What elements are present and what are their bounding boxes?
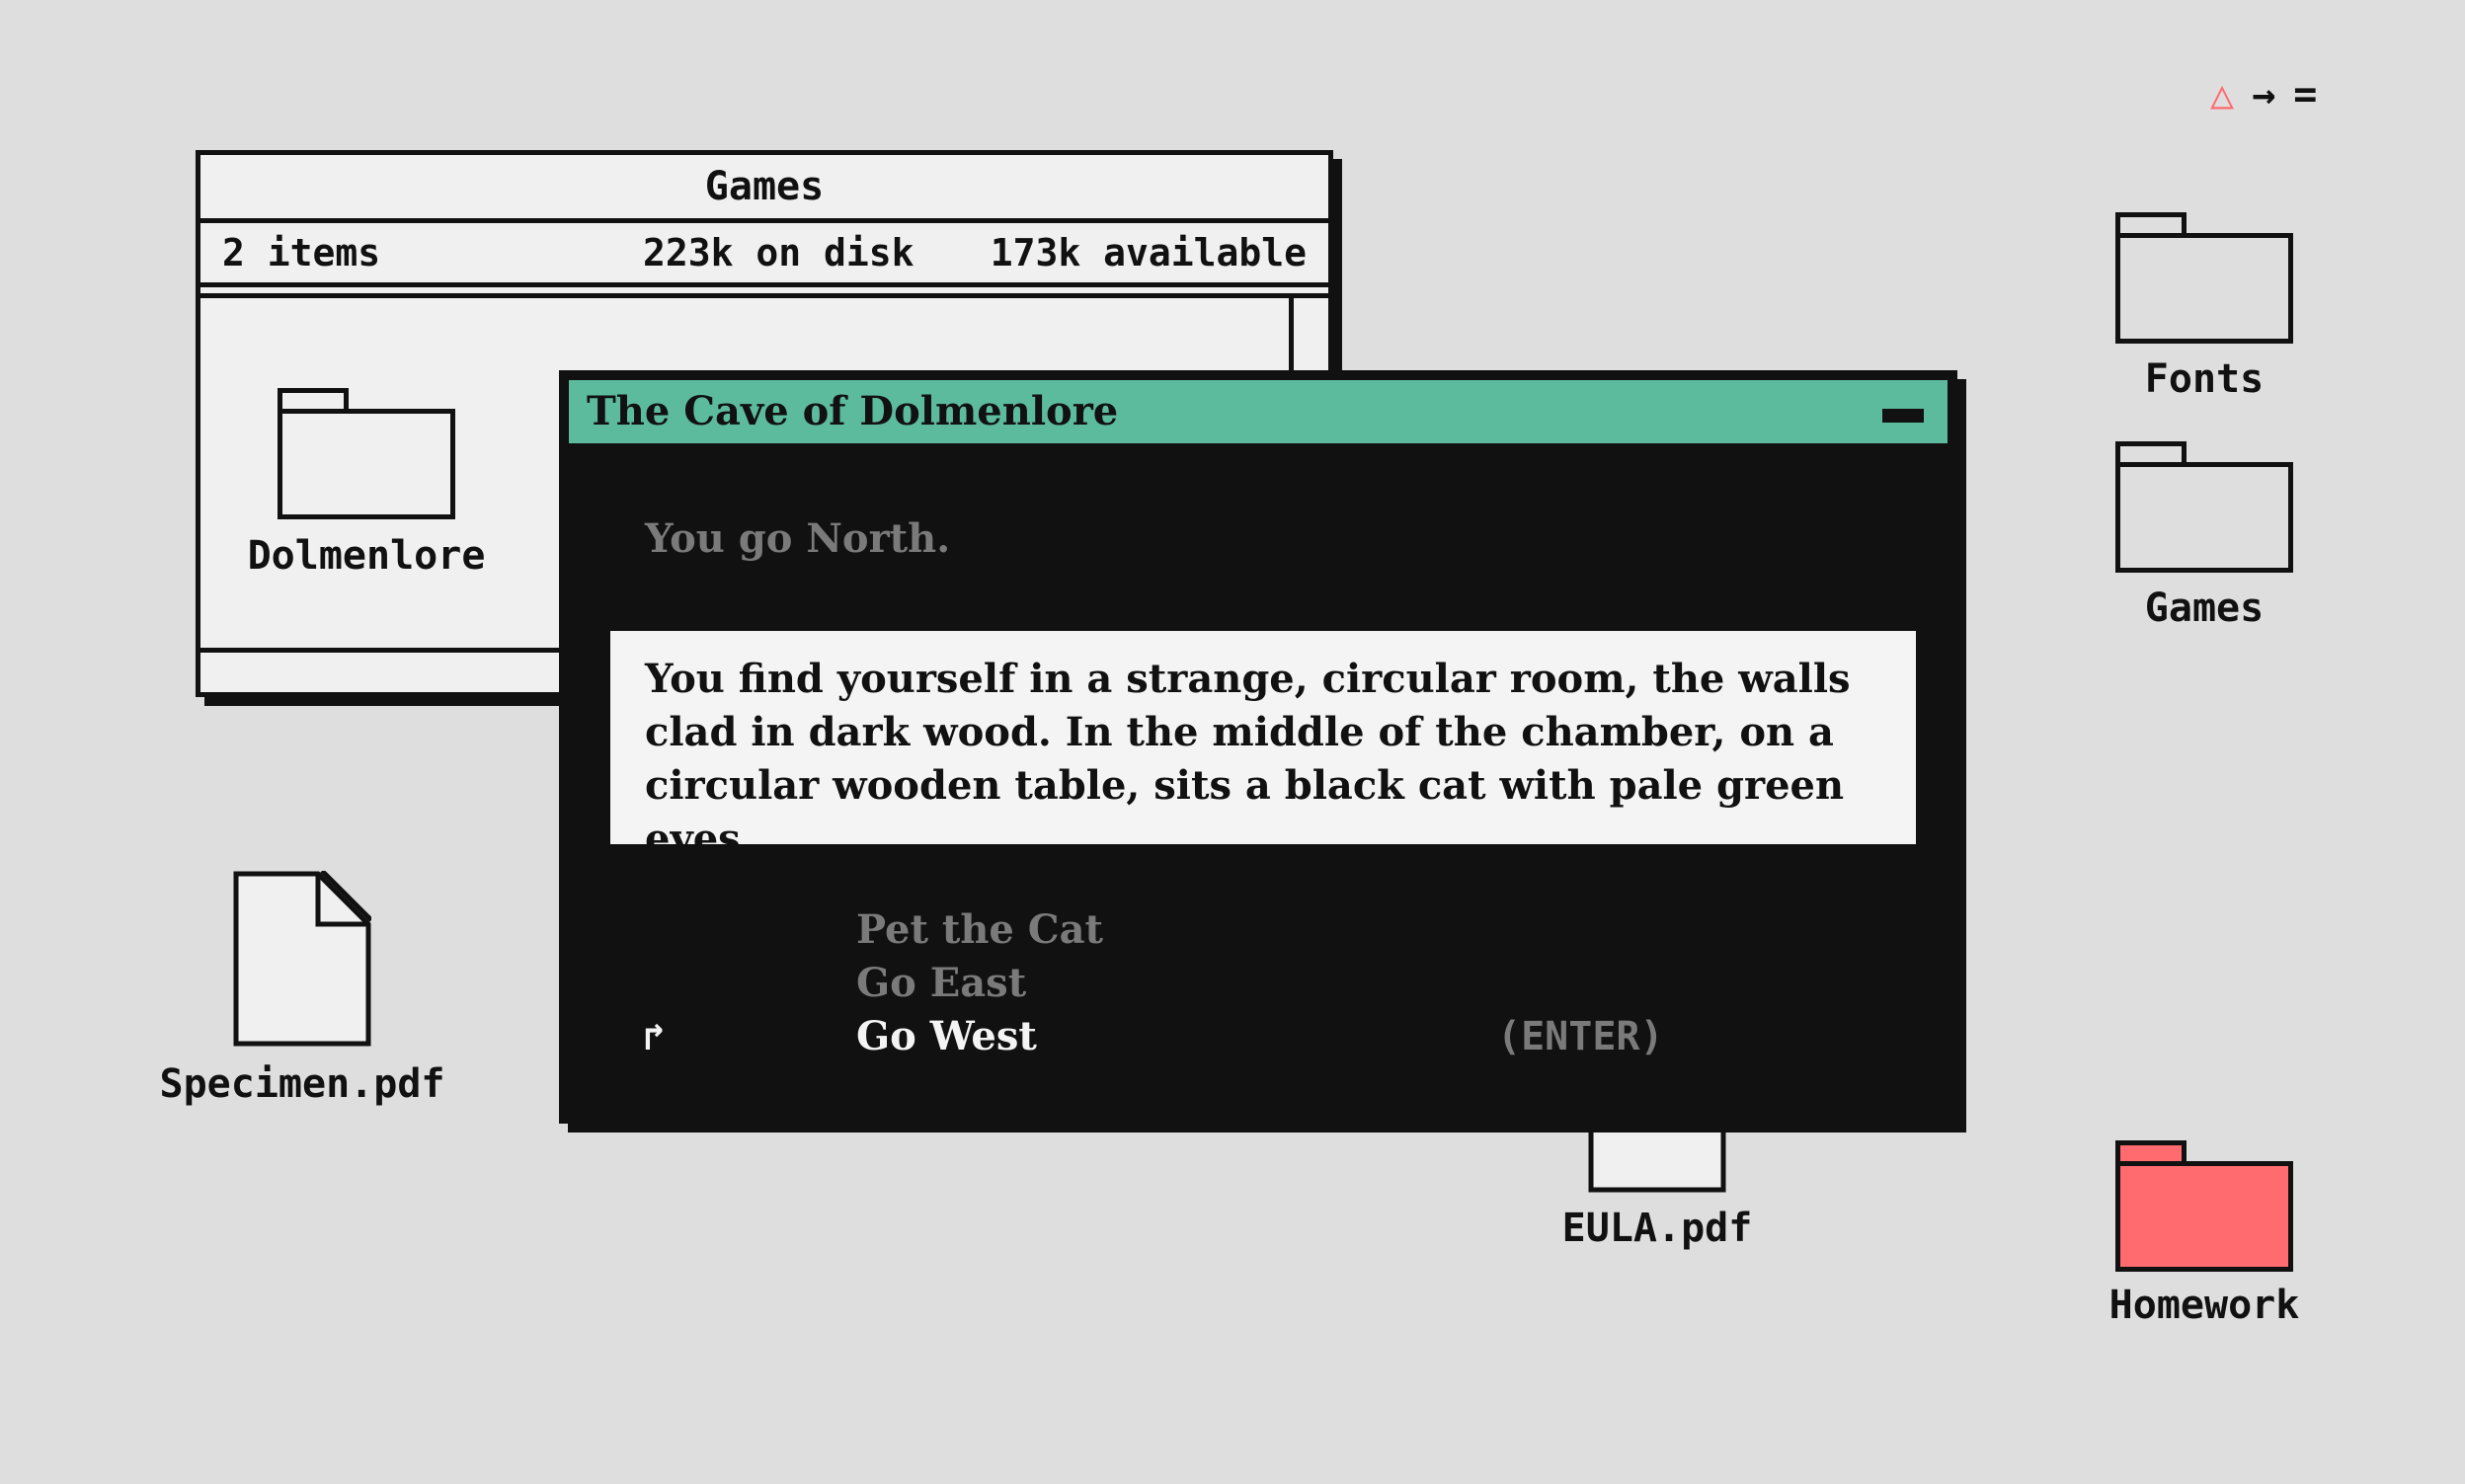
previous-line: You go North. (645, 515, 951, 562)
desktop-icon-label[interactable]: Fonts (2056, 355, 2352, 403)
divider (200, 293, 1328, 298)
game-window[interactable]: The Cave of Dolmenlore You go North. You… (559, 370, 1957, 1124)
desktop-folder-games[interactable] (2115, 441, 2293, 573)
choice-go-east[interactable]: Go East (856, 957, 1103, 1010)
folder-label[interactable]: Dolmenlore (218, 532, 515, 580)
disk-used: 223k on disk (643, 231, 914, 274)
choice-list: Pet the Cat Go East Go West (856, 903, 1103, 1063)
desktop-icon-label[interactable]: Games (2056, 585, 2352, 632)
title-bar[interactable]: The Cave of Dolmenlore (569, 380, 1948, 443)
narration-box: You find yourself in a strange, circular… (610, 631, 1916, 862)
item-count: 2 items (222, 231, 381, 274)
desktop-folder-fonts[interactable] (2115, 212, 2293, 344)
disk-available: 173k available (990, 231, 1307, 274)
window-title[interactable]: Games (200, 155, 1328, 223)
folder-dolmenlore[interactable] (278, 388, 455, 519)
selection-pointer-icon: ↱ (643, 1015, 666, 1058)
minimize-button[interactable] (1882, 409, 1924, 423)
window-info-bar: 2 items 223k on disk 173k available (200, 223, 1328, 287)
arrow-right-icon[interactable]: → (2252, 71, 2275, 118)
window-title: The Cave of Dolmenlore (587, 388, 1119, 434)
desktop-icon-label[interactable]: Specimen.pdf (154, 1060, 450, 1108)
choice-go-west[interactable]: Go West (856, 1010, 1103, 1063)
desktop-icon-label[interactable]: Homework (2056, 1282, 2352, 1329)
alert-triangle-icon[interactable]: △ (2210, 71, 2234, 118)
desktop-icon-label[interactable]: EULA.pdf (1509, 1205, 1805, 1252)
document-icon[interactable] (233, 871, 371, 1047)
desktop-folder-homework[interactable] (2115, 1140, 2293, 1272)
choice-pet-the-cat[interactable]: Pet the Cat (856, 903, 1103, 957)
status-bar: △ → = (2210, 71, 2317, 118)
enter-hint: (ENTER) (1497, 1014, 1664, 1059)
menu-icon[interactable]: = (2293, 71, 2317, 118)
